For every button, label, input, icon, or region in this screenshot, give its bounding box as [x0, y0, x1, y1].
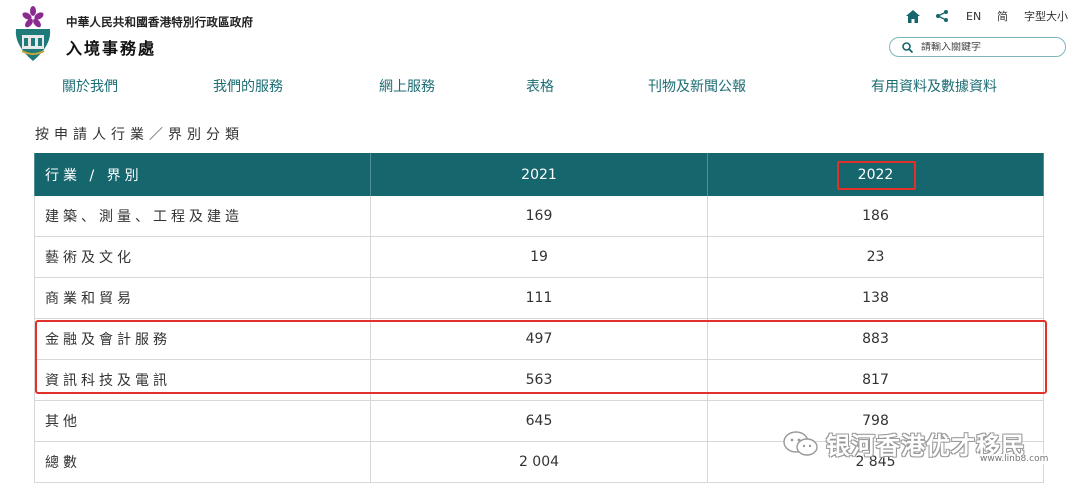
section-title: 按申請人行業／界別分類 [35, 127, 244, 143]
government-name: 中華人民共和國香港特別行政區政府 [66, 15, 254, 29]
header-sector: 行業 / 界別 [34, 153, 370, 196]
watermark-url: www.linb8.com [978, 454, 1051, 464]
watermark: 银河香港优才移民 www.linb8.com [782, 424, 1072, 464]
nav-item-publications[interactable]: 刊物及新聞公報 [648, 76, 746, 96]
language-en-link[interactable]: EN [966, 8, 981, 24]
language-sc-link[interactable]: 简 [997, 8, 1008, 24]
department-name[interactable]: 入境事務處 [66, 35, 156, 59]
nav-item-services[interactable]: 我們的服務 [213, 76, 283, 96]
value-2021-cell: 169 [370, 196, 707, 236]
sector-cell: 總數 [34, 442, 370, 482]
hksar-emblem-logo[interactable] [10, 5, 56, 63]
value-2022-cell: 23 [707, 237, 1044, 277]
site-header: 中華人民共和國香港特別行政區政府 入境事務處 EN 简 字型大小 [0, 0, 1080, 70]
share-icon[interactable] [936, 8, 950, 24]
table-row: 建築、測量、工程及建造 169 186 [34, 196, 1044, 237]
main-nav: 關於我們 我們的服務 網上服務 表格 刊物及新聞公報 有用資料及數據資料 [0, 76, 1080, 96]
home-icon[interactable] [906, 8, 922, 24]
sector-cell: 建築、測量、工程及建造 [34, 196, 370, 236]
value-2021-cell: 111 [370, 278, 707, 318]
search-box[interactable] [889, 37, 1066, 57]
value-2022-cell: 186 [707, 196, 1044, 236]
wechat-icon [783, 431, 818, 456]
font-size-link[interactable]: 字型大小 [1024, 8, 1068, 24]
value-2021-cell: 19 [370, 237, 707, 277]
nav-item-e-services[interactable]: 網上服務 [379, 76, 435, 96]
nav-item-about[interactable]: 關於我們 [62, 76, 118, 96]
search-input[interactable] [921, 41, 1041, 53]
value-2022-cell: 138 [707, 278, 1044, 318]
search-icon[interactable] [902, 41, 913, 53]
value-2021-cell: 2 004 [370, 442, 707, 482]
nav-item-forms[interactable]: 表格 [526, 76, 554, 96]
table-row: 藝術及文化 19 23 [34, 237, 1044, 278]
sector-cell: 藝術及文化 [34, 237, 370, 277]
highlight-box-rows [35, 320, 1047, 394]
header-year-2021: 2021 [370, 153, 707, 196]
sector-cell: 其他 [34, 401, 370, 441]
table-row: 商業和貿易 111 138 [34, 278, 1044, 319]
sector-cell: 商業和貿易 [34, 278, 370, 318]
nav-item-statistics[interactable]: 有用資料及數據資料 [871, 76, 997, 96]
highlight-box-2022 [837, 161, 916, 190]
value-2021-cell: 645 [370, 401, 707, 441]
